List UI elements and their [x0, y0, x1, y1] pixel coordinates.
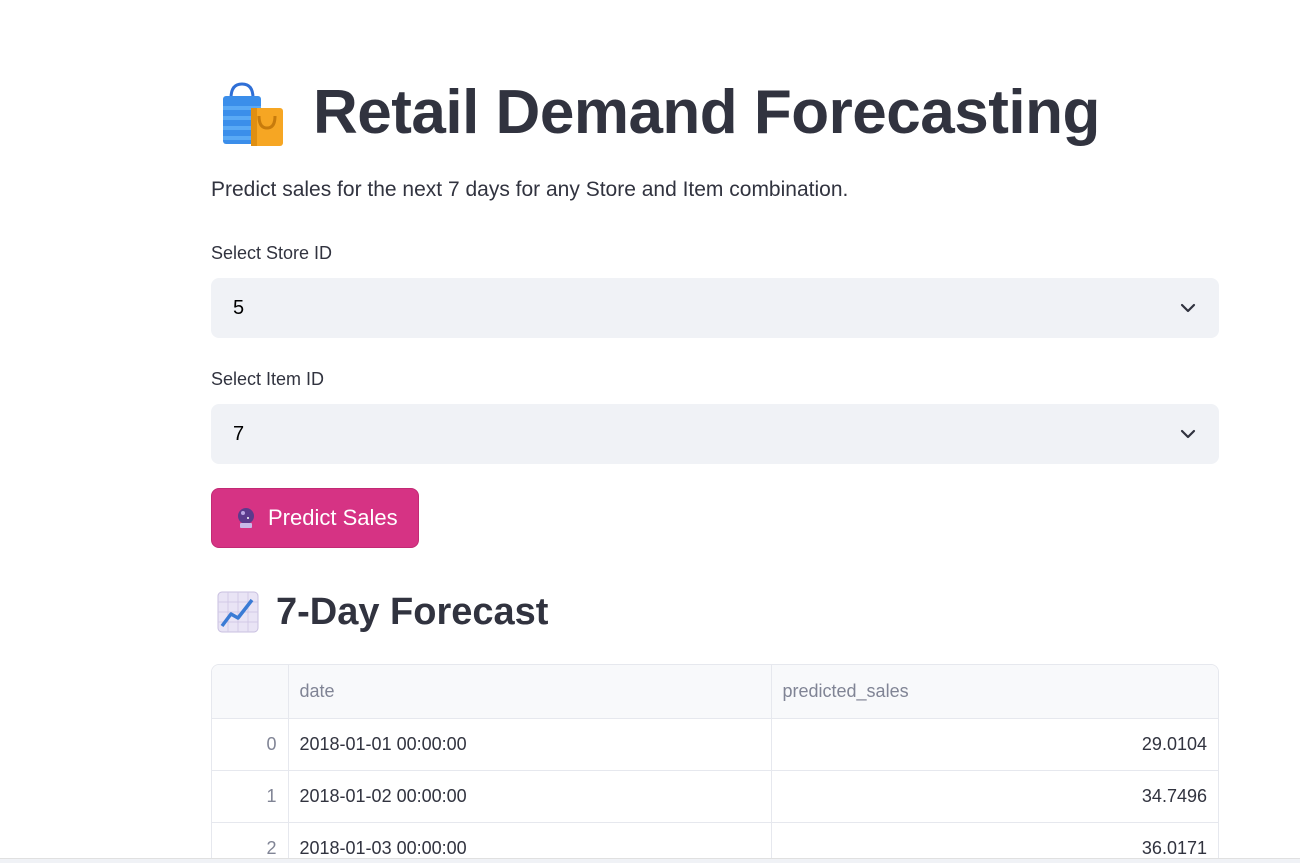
item-select[interactable]: 7	[211, 404, 1219, 464]
table-row: 2 2018-01-03 00:00:00 36.0171	[212, 822, 1218, 863]
table-row: 0 2018-01-01 00:00:00 29.0104	[212, 718, 1218, 771]
store-select-label: Select Store ID	[211, 243, 333, 263]
horizontal-scrollbar[interactable]	[0, 858, 1300, 863]
row-index: 0	[212, 718, 289, 771]
predict-sales-label: Predict Sales	[268, 505, 398, 530]
chart-increasing-icon	[217, 591, 259, 633]
table-header-row: date predicted_sales	[212, 665, 1218, 719]
forecast-heading-row: 7-Day Forecast	[216, 590, 548, 634]
shopping-bags-icon	[223, 82, 283, 146]
predict-sales-button[interactable]: Predict Sales	[211, 488, 419, 548]
item-select-value: 7	[233, 422, 245, 445]
crystal-ball-icon	[238, 508, 254, 528]
item-select-label: Select Item ID	[211, 369, 325, 389]
forecast-title: 7-Day Forecast	[276, 590, 549, 633]
predicted-sales-column-header[interactable]: predicted_sales	[771, 665, 1218, 719]
store-select-value: 5	[233, 296, 245, 319]
chevron-down-icon	[1180, 303, 1196, 313]
date-cell[interactable]: 2018-01-02 00:00:00	[288, 770, 772, 823]
app-page: Retail Demand Forecasting Predict sales …	[0, 0, 1300, 863]
date-column-header[interactable]: date	[288, 665, 772, 719]
table-row: 1 2018-01-02 00:00:00 34.7496	[212, 770, 1218, 823]
store-select[interactable]: 5	[211, 278, 1219, 338]
predicted-sales-cell[interactable]: 36.0171	[771, 822, 1218, 863]
page-subtitle: Predict sales for the next 7 days for an…	[211, 178, 849, 201]
index-column-header[interactable]	[212, 665, 289, 719]
row-index: 2	[212, 822, 289, 863]
title-row: Retail Demand Forecasting	[217, 72, 1100, 152]
date-cell[interactable]: 2018-01-01 00:00:00	[288, 718, 772, 771]
page-title: Retail Demand Forecasting	[313, 77, 1100, 147]
forecast-table[interactable]: date predicted_sales 0 2018-01-01 00:00:…	[211, 664, 1219, 863]
row-index: 1	[212, 770, 289, 823]
predicted-sales-cell[interactable]: 29.0104	[771, 718, 1218, 771]
chevron-down-icon	[1180, 429, 1196, 439]
predicted-sales-cell[interactable]: 34.7496	[771, 770, 1218, 823]
date-cell[interactable]: 2018-01-03 00:00:00	[288, 822, 772, 863]
